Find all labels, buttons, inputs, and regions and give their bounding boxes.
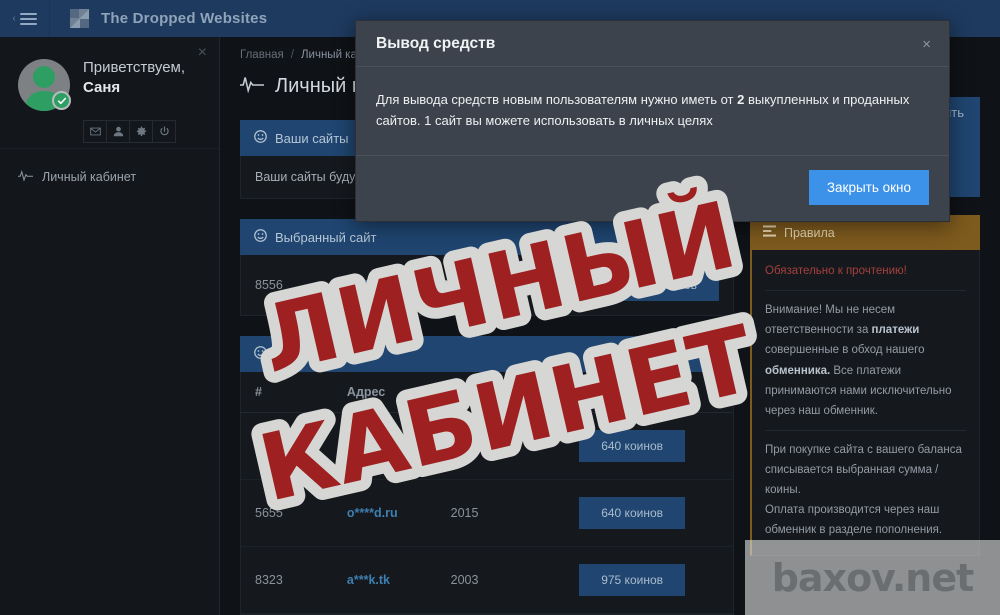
hamburger-icon	[20, 13, 37, 25]
sidebar-item-personal-cabinet[interactable]: Личный кабинет	[0, 163, 219, 191]
site-id: 4725	[241, 413, 333, 480]
buy-button[interactable]: 975 коинов	[579, 564, 685, 596]
sidebar-item-label: Личный кабинет	[42, 170, 136, 184]
site-id: 8556	[255, 278, 352, 292]
site-price-cell: 640 коинов	[565, 413, 733, 480]
panel-title: Ваши сайты	[275, 131, 349, 146]
table-row: 8323 a***k.tk 2003 975 коинов	[241, 547, 733, 614]
panel-body: 8556 k*****n.com 2017 360 коинов	[240, 255, 734, 316]
close-icon[interactable]: ×	[922, 37, 931, 52]
site-year: 2003	[437, 547, 566, 614]
withdrawal-modal: Вывод средств × Для вывода средств новым…	[355, 20, 950, 222]
close-window-button[interactable]: Закрыть окно	[809, 170, 929, 205]
pulse-icon	[240, 75, 264, 98]
site-id: 8323	[241, 547, 333, 614]
greeting-text: Приветствуем,	[83, 59, 185, 78]
verified-check-icon	[52, 91, 71, 110]
table-row: 4725 w********m.ru 2010 640 коинов	[241, 413, 733, 480]
watermark-text: baxov.net	[772, 556, 974, 600]
notice-text: совершенные в обход нашего	[765, 344, 925, 356]
panel-selected-site: Выбранный сайт 8556 k*****n.com 2017 360…	[240, 219, 734, 316]
modal-body: Для вывода средств новым пользователям н…	[356, 67, 949, 156]
column-header-address: Адрес	[333, 372, 437, 413]
site-price-cell: 640 коинов	[565, 480, 733, 547]
table-row: 5655 o****d.ru 2015 640 коинов	[241, 480, 733, 547]
user-action-icons	[84, 120, 205, 143]
sidebar-toggle-button[interactable]: ‹	[0, 0, 50, 37]
column-header-price: Цена	[565, 372, 733, 413]
table-header-row: # Адрес Год Цена	[241, 372, 733, 413]
chevron-left-icon: ‹	[12, 14, 15, 24]
panel-title: Правила	[784, 226, 835, 240]
mail-icon[interactable]	[83, 120, 107, 143]
gear-icon[interactable]	[129, 120, 153, 143]
list-icon	[763, 225, 776, 240]
notice-paragraph-1: Внимание! Мы не несем ответственности за…	[765, 300, 966, 421]
username-text: Саня	[83, 79, 185, 96]
pulse-icon	[18, 169, 33, 185]
watermark: baxov.net	[745, 540, 1000, 615]
avatar	[18, 59, 70, 111]
panel-header: Сайты в наличии	[240, 336, 734, 372]
divider	[765, 430, 966, 431]
close-icon[interactable]: ×	[198, 45, 207, 61]
site-address[interactable]: a***k.tk	[333, 547, 437, 614]
user-icon[interactable]	[106, 120, 130, 143]
sidebar-menu: Личный кабинет	[0, 149, 219, 191]
site-address[interactable]: o****d.ru	[333, 480, 437, 547]
power-icon[interactable]	[152, 120, 176, 143]
smiley-icon	[254, 130, 267, 146]
required-notice: Обязательно к прочтению!	[765, 261, 966, 281]
modal-footer: Закрыть окно	[356, 156, 949, 221]
panel-title: Сайты в наличии	[275, 347, 379, 362]
panel-available-sites: Сайты в наличии # Адрес Год Цена	[240, 336, 734, 615]
buy-button[interactable]: 360 коинов	[613, 269, 719, 301]
user-panel: × Приветствуем, Саня	[0, 37, 219, 149]
smiley-icon	[254, 346, 267, 362]
notice-paragraph-2: При покупке сайта с вашего баланса списы…	[765, 440, 966, 500]
panel-header: Выбранный сайт	[240, 219, 734, 255]
column-header-year: Год	[437, 372, 566, 413]
panel-title: Выбранный сайт	[275, 230, 376, 245]
modal-text-part-1: Для вывода средств новым пользователям н…	[376, 92, 737, 107]
site-id: 5655	[241, 480, 333, 547]
breadcrumb-home[interactable]: Главная	[240, 49, 284, 61]
notice-bold: платежи	[872, 324, 920, 336]
notice-paragraph-3: Оплата производится через наш обменник в…	[765, 500, 966, 540]
buy-button[interactable]: 640 коинов	[579, 497, 685, 529]
brand-link[interactable]: The Dropped Websites	[50, 0, 267, 37]
site-price-cell: 360 коинов	[567, 269, 719, 301]
site-year: 2010	[437, 413, 566, 480]
divider	[765, 290, 966, 291]
column-header-id: #	[241, 372, 333, 413]
panel-body: Обязательно к прочтению! Внимание! Мы не…	[750, 250, 980, 556]
table-row: 8556 k*****n.com 2017 360 коинов	[241, 255, 733, 315]
buy-button[interactable]: 640 коинов	[579, 430, 685, 462]
available-sites-table: # Адрес Год Цена 4725 w********m.ru	[241, 372, 733, 614]
site-year: 2017	[420, 278, 567, 292]
site-price-cell: 975 коинов	[565, 547, 733, 614]
left-sidebar: × Приветствуем, Саня	[0, 37, 220, 615]
panel-rules: Правила Обязательно к прочтению! Внимани…	[750, 215, 980, 556]
site-address[interactable]: w********m.ru	[333, 413, 437, 480]
smiley-icon	[254, 229, 267, 245]
logo-icon	[70, 9, 89, 28]
panel-body: # Адрес Год Цена 4725 w********m.ru	[240, 372, 734, 615]
modal-title: Вывод средств	[376, 35, 495, 53]
breadcrumb-separator: /	[291, 49, 294, 61]
modal-header: Вывод средств ×	[356, 21, 949, 67]
site-address[interactable]: k*****n.com	[352, 278, 420, 292]
app-root: ‹ The Dropped Websites × Приветствуем, С…	[0, 0, 1000, 615]
notice-bold: обменника.	[765, 365, 830, 377]
brand-title: The Dropped Websites	[101, 10, 267, 27]
site-year: 2015	[437, 480, 566, 547]
